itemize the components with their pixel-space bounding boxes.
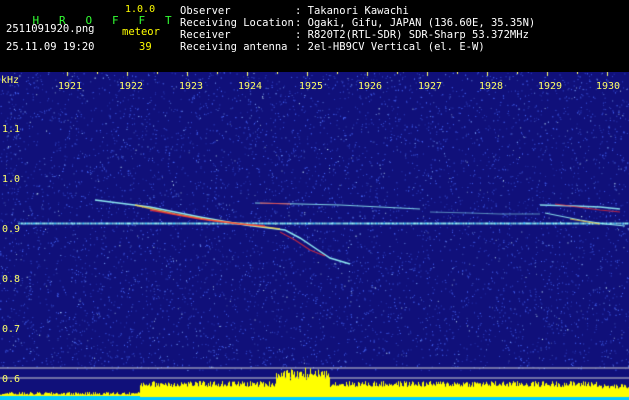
file-name: 2511091920.png bbox=[6, 23, 95, 35]
meteor-label: meteor bbox=[122, 26, 160, 38]
time-tick: 1925 bbox=[299, 81, 324, 92]
freq-tick: 0.8 bbox=[2, 274, 21, 285]
app-version: 1.0.0 bbox=[125, 4, 156, 15]
info-value-observer: : Takanori Kawachi bbox=[295, 5, 409, 17]
freq-tick: 0.7 bbox=[2, 324, 21, 335]
meteor-count: 39 bbox=[139, 41, 152, 53]
info-value-antenna: : 2el-HB9CV Vertical (el. E-W) bbox=[295, 41, 485, 53]
date-time: 25.11.09 19:20 bbox=[6, 41, 95, 53]
time-tick: 1927 bbox=[418, 81, 443, 92]
time-tick: 1928 bbox=[479, 81, 504, 92]
time-tick: 1922 bbox=[119, 81, 144, 92]
unit-label: kHz bbox=[1, 75, 20, 86]
info-key-location: Receiving Location bbox=[180, 17, 294, 29]
time-tick: 1929 bbox=[538, 81, 563, 92]
spectrogram-canvas bbox=[0, 72, 629, 400]
time-tick: 1924 bbox=[238, 81, 263, 92]
brand-letter: F bbox=[112, 14, 119, 27]
freq-tick: 1.0 bbox=[2, 174, 21, 185]
time-tick: 1926 bbox=[358, 81, 383, 92]
info-key-receiver: Receiver bbox=[180, 29, 231, 41]
time-tick: 1923 bbox=[179, 81, 204, 92]
time-tick: 1921 bbox=[58, 81, 83, 92]
info-key-observer: Observer bbox=[180, 5, 231, 17]
freq-tick: 0.9 bbox=[2, 224, 21, 235]
time-tick: 1930 bbox=[596, 81, 621, 92]
info-value-location: : Ogaki, Gifu, JAPAN (136.60E, 35.35N) bbox=[295, 17, 536, 29]
freq-tick: 0.6 bbox=[2, 374, 21, 385]
header-panel: H R O F F T 1.0.0 2511091920.png meteor … bbox=[0, 0, 629, 72]
brand-letter: T bbox=[165, 14, 172, 27]
freq-tick: 1.1 bbox=[2, 124, 21, 135]
info-key-antenna: Receiving antenna bbox=[180, 41, 288, 53]
info-value-receiver: : R820T2(RTL-SDR) SDR-Sharp 53.372MHz bbox=[295, 29, 529, 41]
